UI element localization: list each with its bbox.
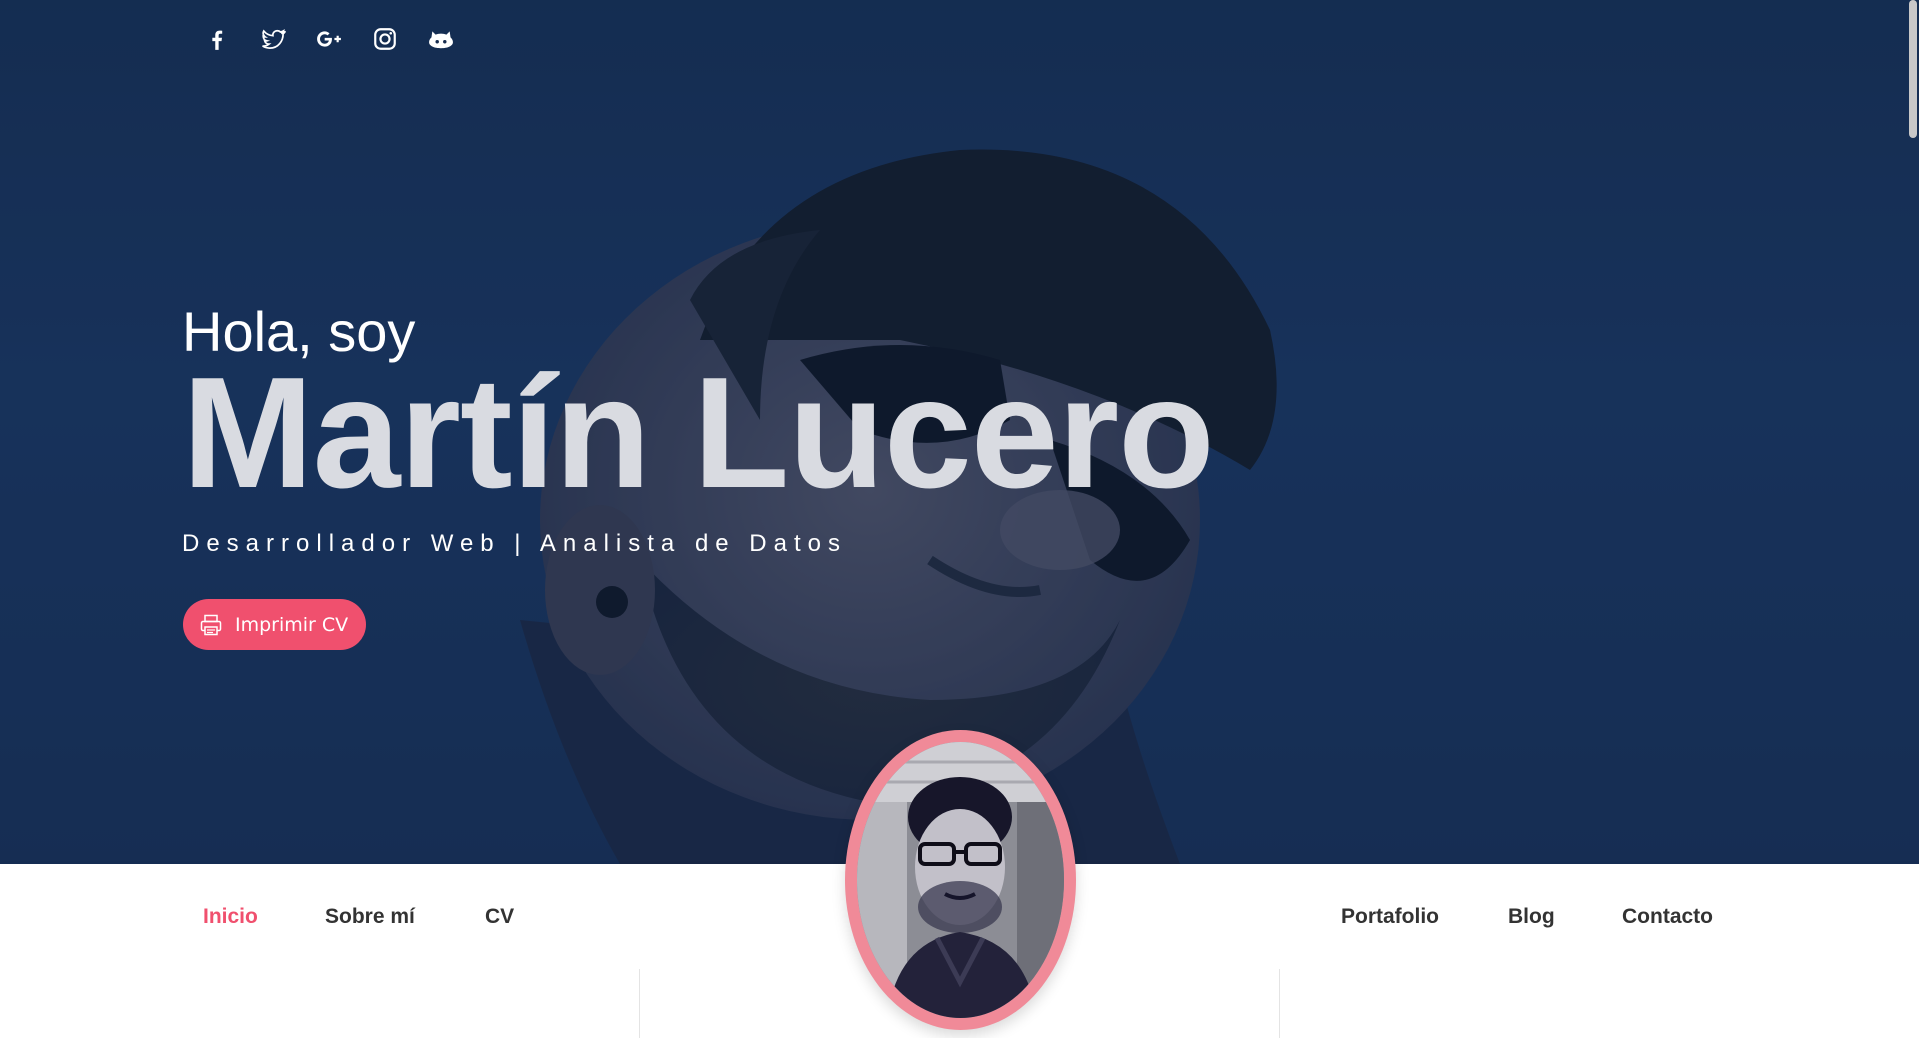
nav-item-portafolio[interactable]: Portafolio <box>1341 864 1439 969</box>
profile-avatar[interactable] <box>845 730 1076 1030</box>
nav-item-blog[interactable]: Blog <box>1508 864 1555 969</box>
column-divider <box>1279 969 1280 1038</box>
github-icon[interactable] <box>424 22 458 56</box>
instagram-icon[interactable] <box>368 22 402 56</box>
nav-item-sobre-mi[interactable]: Sobre mí <box>325 864 415 969</box>
print-cv-label: Imprimir CV <box>235 613 349 636</box>
column-divider <box>639 969 640 1038</box>
nav-item-contacto[interactable]: Contacto <box>1622 864 1713 969</box>
hero-text: Hola, soy Martín Lucero Desarrollador We… <box>182 300 1215 558</box>
nav-item-inicio[interactable]: Inicio <box>203 864 258 969</box>
facebook-icon[interactable] <box>200 22 234 56</box>
nav-item-cv[interactable]: CV <box>485 864 514 969</box>
printer-icon <box>200 614 222 635</box>
profile-photo <box>857 742 1064 1018</box>
hero-name: Martín Lucero <box>182 345 1215 521</box>
hero-tagline: Desarrollador Web | Analista de Datos <box>182 530 847 557</box>
social-links <box>200 22 458 56</box>
twitter-icon[interactable] <box>256 22 290 56</box>
print-cv-button[interactable]: Imprimir CV <box>183 599 367 650</box>
google-plus-icon[interactable] <box>312 22 346 56</box>
page-scrollbar[interactable] <box>1909 0 1917 138</box>
